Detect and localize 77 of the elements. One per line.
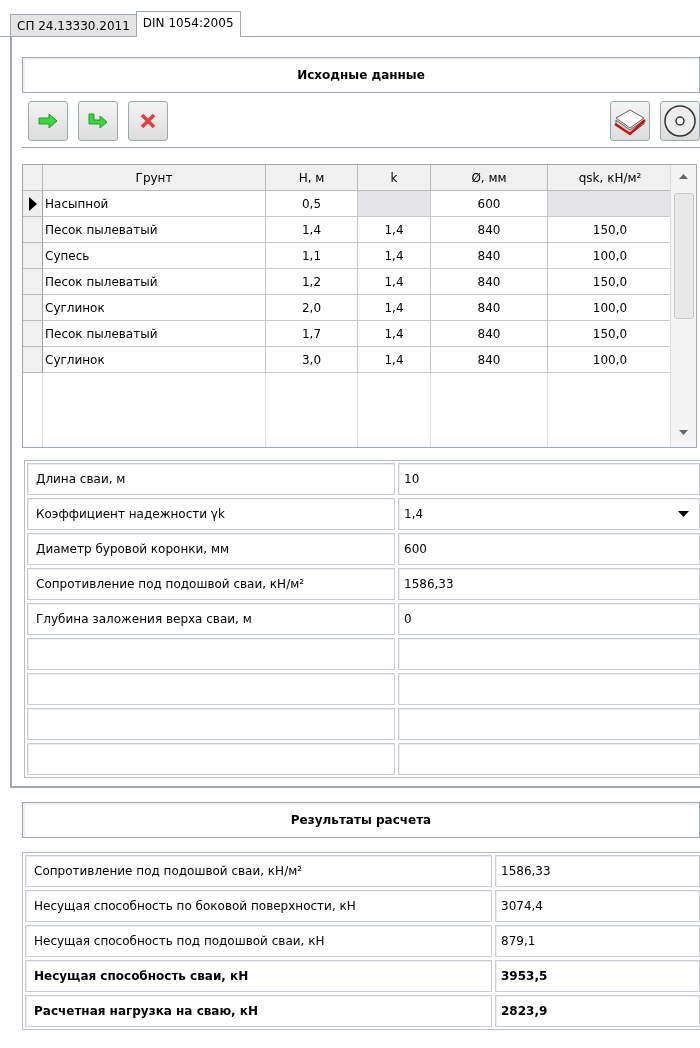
result-value: 3074,4 xyxy=(495,890,700,922)
result-value: 1586,33 xyxy=(495,855,700,887)
delete-row-button[interactable] xyxy=(128,101,168,141)
section-title: Исходные данные xyxy=(22,57,700,93)
tab[interactable]: DIN 1054:2005 xyxy=(135,11,241,37)
scroll-up-icon[interactable] xyxy=(679,174,688,179)
column-header[interactable]: k xyxy=(358,165,431,191)
table-cell: 840 xyxy=(431,321,548,347)
dropdown-arrow-icon xyxy=(678,511,689,517)
table-cell: Супесь xyxy=(43,243,266,269)
section-title: Результаты расчета xyxy=(22,802,700,838)
row-header[interactable] xyxy=(23,295,43,321)
table-cell: 840 xyxy=(431,243,548,269)
field-label: Длина сваи, м xyxy=(27,463,395,495)
table-cell: 1,4 xyxy=(358,295,431,321)
bent-arrow-icon xyxy=(88,113,108,129)
column-header[interactable]: H, м xyxy=(266,165,358,191)
row-header[interactable] xyxy=(23,243,43,269)
table-cell: 840 xyxy=(431,269,548,295)
field-label: Глубина заложения верха сваи, м xyxy=(27,603,395,635)
table-cell: Суглинок xyxy=(43,347,266,373)
field-label: Несущая способность сваи, кН xyxy=(25,960,492,992)
column-header[interactable]: Ø, мм xyxy=(431,165,548,191)
table-cell: Песок пылеватый xyxy=(43,217,266,243)
column-header[interactable]: Грунт xyxy=(43,165,266,191)
table-cell: 1,4 xyxy=(266,217,358,243)
input-field[interactable]: 600 xyxy=(398,533,700,565)
column-header[interactable]: qsk, кН/м² xyxy=(548,165,673,191)
table-cell: Насыпной xyxy=(43,191,266,217)
table-cell: 1,4 xyxy=(358,243,431,269)
table-cell: 0,5 xyxy=(266,191,358,217)
field-label: Диаметр буровой коронки, мм xyxy=(27,533,395,565)
table-cell: 1,2 xyxy=(266,269,358,295)
row-header[interactable] xyxy=(23,347,43,373)
table-cell: 1,7 xyxy=(266,321,358,347)
result-value: 3953,5 xyxy=(495,960,700,992)
cross-icon xyxy=(140,113,156,129)
disc-button[interactable] xyxy=(660,101,700,141)
table-cell: 1,4 xyxy=(358,321,431,347)
table-cell: 2,0 xyxy=(266,295,358,321)
field-label: Расчетная нагрузка на сваю, кН xyxy=(25,995,492,1027)
row-header[interactable] xyxy=(23,217,43,243)
table-cell: 1,1 xyxy=(266,243,358,269)
insert-row-button[interactable] xyxy=(78,101,118,141)
table-cell: 1,4 xyxy=(358,269,431,295)
scroll-thumb[interactable] xyxy=(674,193,694,319)
field-label: Несущая способность по боковой поверхности, кН xyxy=(25,890,492,922)
field-label: Сопротивление под подошвой сваи, кН/м² xyxy=(25,855,492,887)
disc-icon xyxy=(663,104,697,138)
table-cell: 600 xyxy=(431,191,548,217)
input-field[interactable]: 10 xyxy=(398,463,700,495)
scrollbar[interactable] xyxy=(670,165,696,447)
field-label: Коэффициент надежности γk xyxy=(27,498,395,530)
table-cell: 840 xyxy=(431,295,548,321)
input-field[interactable]: 0 xyxy=(398,603,700,635)
table-cell: 840 xyxy=(431,347,548,373)
field-label: Несущая способность под подошвой сваи, кН xyxy=(25,925,492,957)
table-cell: 1,4 xyxy=(358,347,431,373)
add-row-button[interactable] xyxy=(28,101,68,141)
table-cell: Суглинок xyxy=(43,295,266,321)
arrow-right-icon xyxy=(38,114,58,128)
field-label: Сопротивление под подошвой сваи, кН/м² xyxy=(27,568,395,600)
dropdown-field[interactable]: 1,4 xyxy=(398,498,700,530)
row-header[interactable] xyxy=(23,321,43,347)
table-cell: 1,4 xyxy=(358,217,431,243)
dropdown-value: 1,4 xyxy=(404,507,424,521)
book-button[interactable] xyxy=(610,101,650,141)
result-value: 2823,9 xyxy=(495,995,700,1027)
result-value: 879,1 xyxy=(495,925,700,957)
input-field[interactable]: 1586,33 xyxy=(398,568,700,600)
table-cell: 840 xyxy=(431,217,548,243)
scroll-down-icon[interactable] xyxy=(679,430,688,435)
table-cell: Песок пылеватый xyxy=(43,269,266,295)
table-cell: Песок пылеватый xyxy=(43,321,266,347)
tab[interactable]: СП 24.13330.2011 xyxy=(10,14,137,36)
table-cell: 3,0 xyxy=(266,347,358,373)
row-header[interactable] xyxy=(23,269,43,295)
